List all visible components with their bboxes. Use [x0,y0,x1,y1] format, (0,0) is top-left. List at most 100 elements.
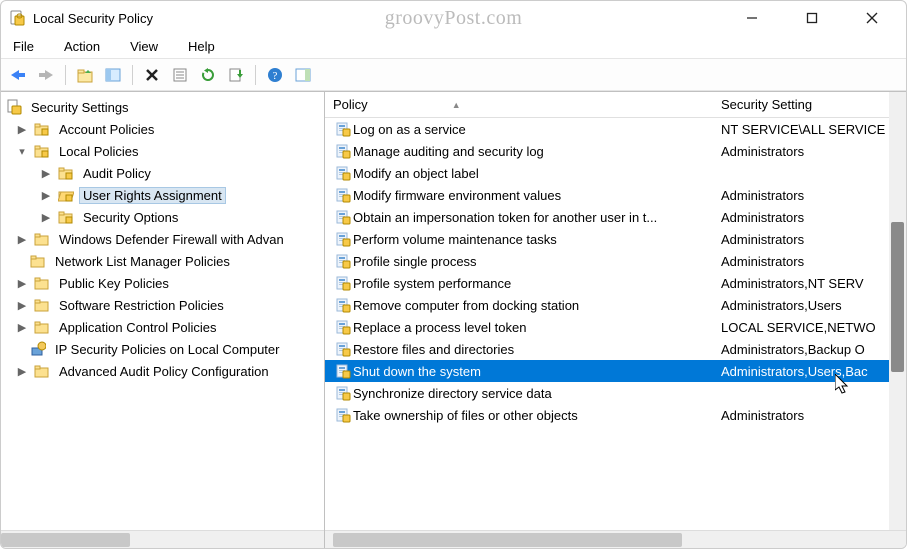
tree-root-label: Security Settings [27,99,133,116]
tree-horizontal-scrollbar[interactable] [1,530,324,548]
policy-row[interactable]: Remove computer from docking stationAdmi… [325,294,906,316]
policy-row[interactable]: Obtain an impersonation token for anothe… [325,206,906,228]
properties-button[interactable] [167,62,193,88]
policy-name: Modify firmware environment values [353,188,721,203]
chevron-right-icon[interactable]: ▶ [39,167,53,180]
delete-button[interactable] [139,62,165,88]
folder-lock-open-icon [57,187,75,203]
chevron-right-icon[interactable]: ▶ [39,189,53,202]
tree-item-security-options[interactable]: ▶ Security Options [5,206,324,228]
up-button[interactable] [72,62,98,88]
policy-icon [333,253,353,269]
show-hide-tree-button[interactable] [100,62,126,88]
policy-name: Profile single process [353,254,721,269]
tree-root[interactable]: Security Settings [5,96,324,118]
policy-name: Synchronize directory service data [353,386,721,401]
tree-item-audit-policy[interactable]: ▶ Audit Policy [5,162,324,184]
policy-row[interactable]: Modify firmware environment valuesAdmini… [325,184,906,206]
action-pane-button[interactable] [290,62,316,88]
column-setting[interactable]: Security Setting [721,97,906,112]
tree-label: Advanced Audit Policy Configuration [55,363,273,380]
folder-icon [33,231,51,247]
policy-setting: Administrators [721,144,906,159]
tree-item-advanced-audit[interactable]: ▶ Advanced Audit Policy Configuration [5,360,324,382]
policy-row[interactable]: Replace a process level tokenLOCAL SERVI… [325,316,906,338]
back-button[interactable] [5,62,31,88]
toolbar: ? [1,59,906,91]
policy-row[interactable]: Modify an object label [325,162,906,184]
menu-view[interactable]: View [124,37,164,56]
policy-name: Shut down the system [353,364,721,379]
tree-label: Windows Defender Firewall with Advan [55,231,288,248]
tree-item-ipsec[interactable]: IP Security Policies on Local Computer [5,338,324,360]
chevron-right-icon[interactable]: ▶ [15,233,29,246]
tree-item-account-policies[interactable]: ▶ Account Policies [5,118,324,140]
policy-row[interactable]: Profile single processAdministrators [325,250,906,272]
window: Local Security Policy groovyPost.com Fil… [0,0,907,549]
list-horizontal-scrollbar[interactable] [325,530,906,548]
tree-label: Network List Manager Policies [51,253,234,270]
policy-name: Remove computer from docking station [353,298,721,313]
forward-button[interactable] [33,62,59,88]
policy-icon [333,121,353,137]
tree-item-user-rights-assignment[interactable]: ▶ User Rights Assignment [5,184,324,206]
titlebar: Local Security Policy groovyPost.com [1,1,906,35]
column-policy[interactable]: Policy ▲ [333,97,721,112]
policy-icon [333,407,353,423]
policy-row[interactable]: Log on as a serviceNT SERVICE\ALL SERVIC… [325,118,906,140]
policy-row[interactable]: Synchronize directory service data [325,382,906,404]
chevron-right-icon[interactable]: ▶ [15,123,29,136]
folder-lock-icon [57,209,75,225]
menu-action[interactable]: Action [58,37,106,56]
refresh-button[interactable] [195,62,221,88]
tree-label: Security Options [79,209,182,226]
policy-row[interactable]: Take ownership of files or other objects… [325,404,906,426]
policy-icon [333,187,353,203]
chevron-right-icon[interactable]: ▶ [15,299,29,312]
policy-name: Perform volume maintenance tasks [353,232,721,247]
chevron-down-icon[interactable]: ▾ [15,145,29,158]
policy-icon [333,341,353,357]
tree-item-network-list[interactable]: Network List Manager Policies [5,250,324,272]
content: Security Settings ▶ Account Policies ▾ L… [1,91,906,548]
policy-setting: Administrators [721,254,906,269]
minimize-button[interactable] [734,4,770,32]
chevron-right-icon[interactable]: ▶ [15,321,29,334]
column-policy-label: Policy [333,97,368,112]
list-pane: Policy ▲ Security Setting Log on as a se… [325,92,906,548]
folder-icon [33,297,51,313]
policy-icon [333,165,353,181]
export-button[interactable] [223,62,249,88]
chevron-right-icon[interactable]: ▶ [39,211,53,224]
policy-row[interactable]: Restore files and directoriesAdministrat… [325,338,906,360]
help-button[interactable]: ? [262,62,288,88]
menu-help[interactable]: Help [182,37,221,56]
policy-icon [333,209,353,225]
app-icon [9,10,25,26]
policy-row[interactable]: Shut down the systemAdministrators,Users… [325,360,906,382]
folder-lock-icon [33,143,51,159]
tree-item-software-restriction[interactable]: ▶ Software Restriction Policies [5,294,324,316]
toolbar-separator [65,65,66,85]
toolbar-separator [255,65,256,85]
tree-item-firewall[interactable]: ▶ Windows Defender Firewall with Advan [5,228,324,250]
policy-row[interactable]: Perform volume maintenance tasksAdminist… [325,228,906,250]
scrollbar-thumb[interactable] [891,222,904,372]
chevron-right-icon[interactable]: ▶ [15,277,29,290]
policy-list[interactable]: Log on as a serviceNT SERVICE\ALL SERVIC… [325,118,906,530]
maximize-button[interactable] [794,4,830,32]
toolbar-separator [132,65,133,85]
tree-label: Account Policies [55,121,158,138]
policy-row[interactable]: Profile system performanceAdministrators… [325,272,906,294]
list-header[interactable]: Policy ▲ Security Setting [325,92,906,118]
policy-name: Log on as a service [353,122,721,137]
tree[interactable]: Security Settings ▶ Account Policies ▾ L… [1,92,324,530]
tree-item-public-key[interactable]: ▶ Public Key Policies [5,272,324,294]
policy-row[interactable]: Manage auditing and security logAdminist… [325,140,906,162]
close-button[interactable] [854,4,890,32]
tree-item-local-policies[interactable]: ▾ Local Policies [5,140,324,162]
vertical-scrollbar[interactable] [889,92,906,530]
menu-file[interactable]: File [7,37,40,56]
tree-item-app-control[interactable]: ▶ Application Control Policies [5,316,324,338]
chevron-right-icon[interactable]: ▶ [15,365,29,378]
